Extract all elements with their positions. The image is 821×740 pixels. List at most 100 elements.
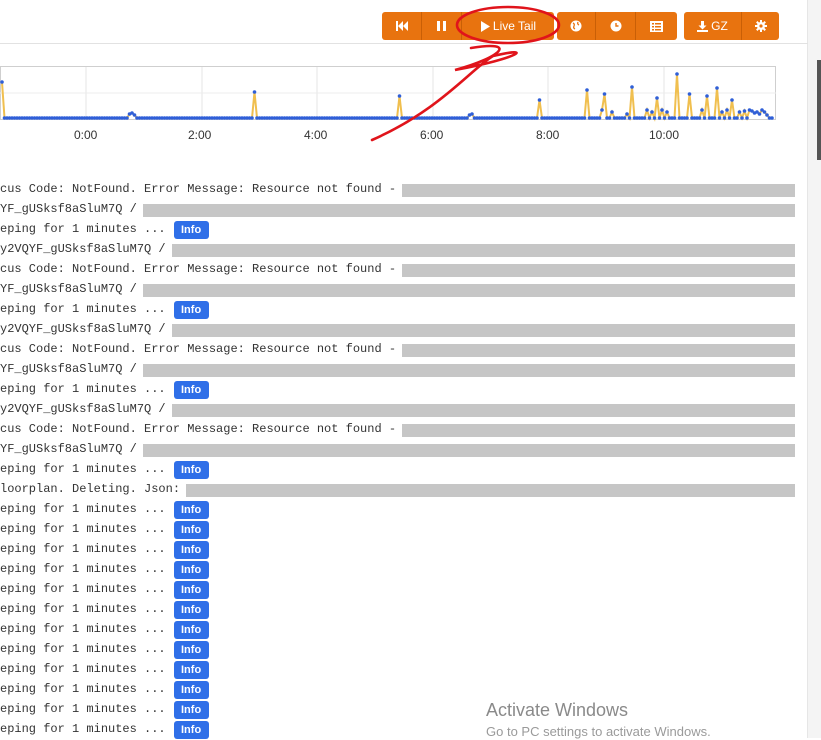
log-message: eping for 1 minutes ... xyxy=(0,382,166,396)
chart-point xyxy=(730,98,734,102)
redacted-content xyxy=(142,284,795,297)
log-row[interactable]: YF_gUSksf8aSluM7Q / xyxy=(0,200,808,220)
gear-icon xyxy=(754,20,767,32)
chart-point xyxy=(250,116,254,120)
log-message: eping for 1 minutes ... xyxy=(0,562,166,576)
log-row[interactable]: eping for 1 minutes ... Info xyxy=(0,680,808,700)
log-row[interactable]: cus Code: NotFound. Error Message: Resou… xyxy=(0,420,808,440)
chart-point xyxy=(742,109,747,113)
info-badge: Info xyxy=(173,301,209,319)
chart-point xyxy=(745,116,749,120)
scrollbar-thumb[interactable] xyxy=(817,60,821,160)
chart-point xyxy=(770,116,774,120)
log-row[interactable]: y2VQYF_gUSksf8aSluM7Q / xyxy=(0,400,808,420)
log-row[interactable]: eping for 1 minutes ... Info xyxy=(0,660,808,680)
log-row[interactable]: YF_gUSksf8aSluM7Q / xyxy=(0,360,808,380)
log-row[interactable]: loorplan. Deleting. Json: xyxy=(0,480,808,500)
info-badge: Info xyxy=(173,381,209,399)
chart-point xyxy=(697,116,702,120)
chart-point xyxy=(715,86,719,90)
chart-point xyxy=(725,108,729,112)
log-row[interactable]: eping for 1 minutes ... Info xyxy=(0,220,808,240)
log-row[interactable]: eping for 1 minutes ... Info xyxy=(0,380,808,400)
log-message: eping for 1 minutes ... xyxy=(0,522,166,536)
chart-point xyxy=(627,116,632,120)
info-badge: Info xyxy=(173,581,209,599)
log-row[interactable]: YF_gUSksf8aSluM7Q / xyxy=(0,440,808,460)
log-message: cus Code: NotFound. Error Message: Resou… xyxy=(0,182,397,196)
clock-icon xyxy=(610,20,621,32)
log-row[interactable]: eping for 1 minutes ... Info xyxy=(0,560,808,580)
chart-point xyxy=(630,85,634,89)
log-row[interactable]: cus Code: NotFound. Error Message: Resou… xyxy=(0,340,808,360)
list-icon xyxy=(650,20,663,32)
chart-point xyxy=(762,110,767,114)
log-row[interactable]: eping for 1 minutes ... Info xyxy=(0,300,808,320)
chart-point xyxy=(675,72,679,76)
log-message: eping for 1 minutes ... xyxy=(0,582,166,596)
log-row[interactable]: eping for 1 minutes ... Info xyxy=(0,600,808,620)
log-row[interactable]: y2VQYF_gUSksf8aSluM7Q / xyxy=(0,320,808,340)
redacted-content xyxy=(402,344,795,357)
log-row[interactable]: y2VQYF_gUSksf8aSluM7Q / xyxy=(0,240,808,260)
log-row[interactable]: cus Code: NotFound. Error Message: Resou… xyxy=(0,180,808,200)
chart-point xyxy=(535,116,539,120)
list-view-button[interactable] xyxy=(636,12,677,40)
info-badge: Info xyxy=(173,541,209,559)
toolbar-divider xyxy=(0,43,808,44)
x-tick-label: 4:00 xyxy=(304,128,328,142)
chart-point xyxy=(700,108,704,112)
chart-point xyxy=(717,116,722,120)
info-badge: Info xyxy=(173,521,209,539)
info-badge: Info xyxy=(173,621,209,639)
pause-icon xyxy=(436,21,446,31)
playback-controls: Live Tail xyxy=(382,12,554,40)
chart-point xyxy=(125,116,129,120)
chart-point xyxy=(702,116,707,120)
log-message: eping for 1 minutes ... xyxy=(0,222,166,236)
chart-point xyxy=(765,113,769,117)
log-row[interactable]: eping for 1 minutes ... Info xyxy=(0,620,808,640)
info-badge: Info xyxy=(173,221,209,239)
chart-point xyxy=(660,108,664,112)
log-row[interactable]: eping for 1 minutes ... Info xyxy=(0,540,808,560)
clock-button[interactable] xyxy=(596,12,636,40)
chart-point xyxy=(737,110,742,114)
log-row[interactable]: eping for 1 minutes ... Info xyxy=(0,460,808,480)
chart-point xyxy=(652,116,657,120)
info-badge: Info xyxy=(173,701,209,719)
view-controls xyxy=(557,12,677,40)
download-gz-label: GZ xyxy=(711,19,728,33)
x-tick-label: 8:00 xyxy=(536,128,560,142)
chart-point xyxy=(132,113,137,117)
log-row[interactable]: cus Code: NotFound. Error Message: Resou… xyxy=(0,260,808,280)
log-message: eping for 1 minutes ... xyxy=(0,502,166,516)
log-row[interactable]: eping for 1 minutes ... Info xyxy=(0,520,808,540)
log-row[interactable]: eping for 1 minutes ... Info xyxy=(0,700,808,720)
live-tail-button[interactable]: Live Tail xyxy=(462,12,554,40)
pause-button[interactable] xyxy=(422,12,462,40)
redacted-content xyxy=(402,424,795,437)
chart-point xyxy=(662,116,667,120)
log-message: eping for 1 minutes ... xyxy=(0,702,166,716)
redacted-content xyxy=(142,364,795,377)
x-tick-label: 10:00 xyxy=(649,128,680,142)
settings-button[interactable] xyxy=(742,12,779,40)
log-row[interactable]: eping for 1 minutes ... Info xyxy=(0,640,808,660)
chart-point xyxy=(395,116,399,120)
chart-point xyxy=(722,116,727,120)
globe-button[interactable] xyxy=(557,12,596,40)
rewind-icon xyxy=(395,21,408,31)
log-row[interactable]: eping for 1 minutes ... Info xyxy=(0,500,808,520)
rewind-button[interactable] xyxy=(382,12,422,40)
info-badge: Info xyxy=(173,661,209,679)
redacted-content xyxy=(142,444,795,457)
chart-point xyxy=(625,112,629,116)
page-scroll-edge xyxy=(807,0,821,738)
log-row[interactable]: eping for 1 minutes ... Info xyxy=(0,580,808,600)
download-gz-button[interactable]: GZ xyxy=(684,12,742,40)
play-icon xyxy=(480,20,490,32)
chart-point xyxy=(470,112,474,116)
info-badge: Info xyxy=(173,461,209,479)
log-row[interactable]: YF_gUSksf8aSluM7Q / xyxy=(0,280,808,300)
